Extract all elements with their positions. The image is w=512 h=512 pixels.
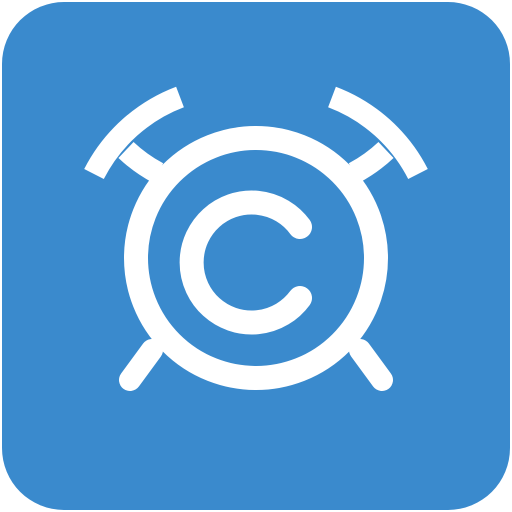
- icon-background: [2, 2, 510, 510]
- alarm-clock-c-icon: [2, 2, 510, 510]
- app-icon[interactable]: [0, 0, 512, 512]
